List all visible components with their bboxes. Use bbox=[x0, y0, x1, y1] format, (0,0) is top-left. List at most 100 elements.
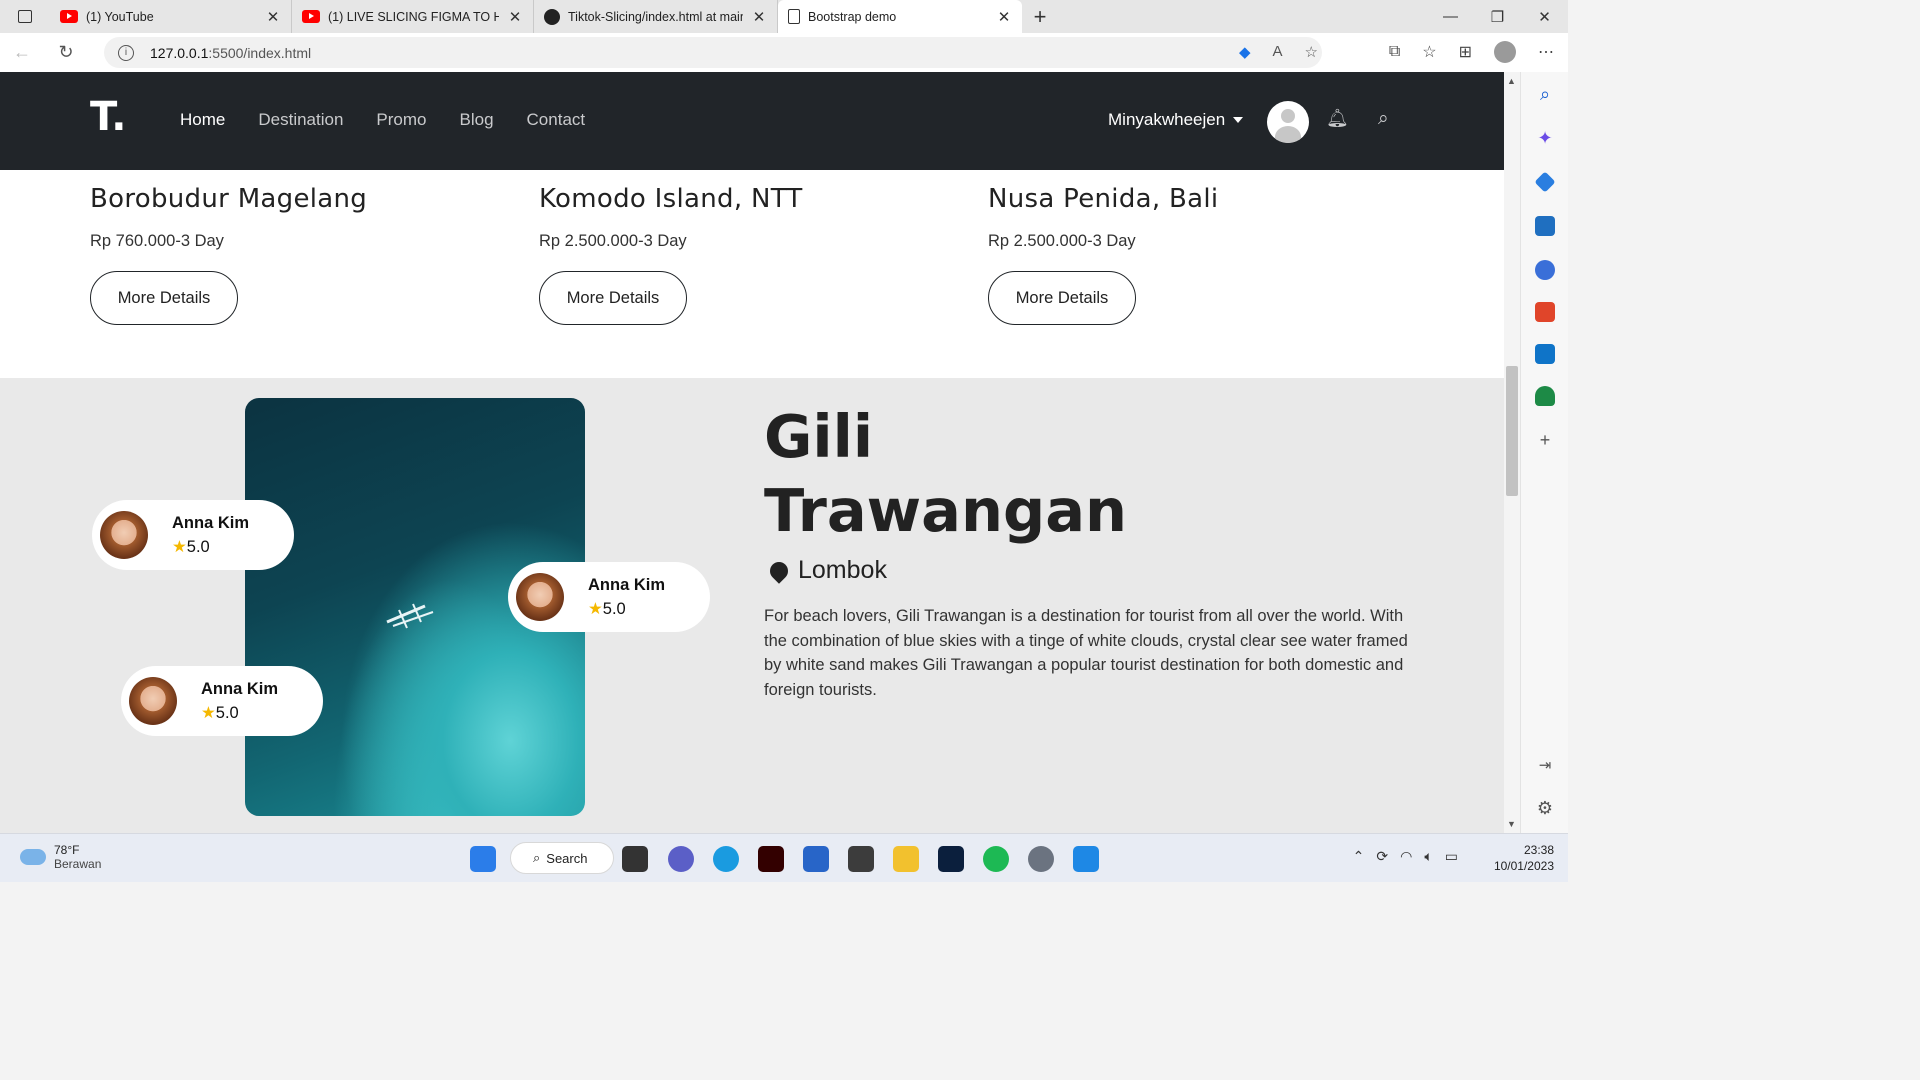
hide-sidebar-icon[interactable]: ⇥ bbox=[1535, 756, 1555, 774]
chat-icon[interactable] bbox=[668, 846, 694, 872]
outlook-icon[interactable] bbox=[1535, 344, 1555, 364]
featured-title-line1: Gili bbox=[764, 402, 874, 471]
new-tab-icon[interactable]: + bbox=[1022, 4, 1058, 30]
edge-icon[interactable] bbox=[713, 846, 739, 872]
user-dropdown[interactable]: Minyakwheejen bbox=[1108, 110, 1244, 130]
tab-actions-icon bbox=[18, 10, 32, 23]
more-details-button[interactable]: More Details bbox=[988, 271, 1136, 325]
start-icon[interactable] bbox=[470, 846, 496, 872]
info-icon[interactable]: i bbox=[118, 44, 134, 61]
time: 23:38 bbox=[1523, 843, 1554, 857]
star-icon: ★ bbox=[588, 599, 603, 618]
nav-blog[interactable]: Blog bbox=[460, 110, 494, 130]
sidebar-search-icon[interactable]: ⌕ bbox=[1535, 84, 1555, 105]
scroll-down-icon[interactable]: ▼ bbox=[1507, 819, 1516, 829]
vscode-icon[interactable] bbox=[1073, 846, 1099, 872]
volume-icon[interactable]: 🔈︎ bbox=[1424, 848, 1432, 865]
restore-icon[interactable]: ❐ bbox=[1474, 0, 1521, 33]
scroll-up-icon[interactable]: ▲ bbox=[1507, 76, 1516, 86]
username: Minyakwheejen bbox=[1108, 110, 1226, 129]
destination-name: Komodo Island, NTT bbox=[539, 184, 803, 214]
sync-icon[interactable]: ⟳ bbox=[1376, 848, 1388, 865]
nav-destination[interactable]: Destination bbox=[258, 110, 343, 130]
weather-widget[interactable]: 78°F Berawan bbox=[20, 843, 101, 871]
destination-card: Nusa Penida, Bali Rp 2.500.000-3 Day Mor… bbox=[988, 184, 1218, 325]
task-view-icon[interactable] bbox=[622, 846, 648, 872]
tools-icon[interactable] bbox=[1535, 216, 1555, 236]
tab-bootstrap-demo[interactable]: Bootstrap demo ✕ bbox=[778, 0, 1022, 33]
extensions-icon[interactable]: ⧉ bbox=[1389, 43, 1400, 61]
unity-icon[interactable] bbox=[848, 846, 874, 872]
more-details-button[interactable]: More Details bbox=[539, 271, 687, 325]
tab-live-slicing[interactable]: (1) LIVE SLICING FIGMA TO HTML ✕ bbox=[292, 0, 534, 33]
tab-youtube[interactable]: (1) YouTube ✕ bbox=[50, 0, 292, 33]
chevron-up-icon[interactable]: ⌃ bbox=[1353, 848, 1365, 865]
spotify-icon[interactable] bbox=[983, 846, 1009, 872]
nav-promo[interactable]: Promo bbox=[376, 110, 426, 130]
more-details-button[interactable]: More Details bbox=[90, 271, 238, 325]
taskbar-search[interactable]: ⌕ Search bbox=[510, 842, 614, 874]
back-icon[interactable]: ← bbox=[0, 42, 44, 63]
minimize-icon[interactable]: — bbox=[1427, 0, 1474, 33]
review-card: Anna Kim ★5.0 bbox=[508, 562, 710, 632]
browser-sidebar: ⌕ ✦ + ⇥ ⚙ bbox=[1520, 72, 1568, 833]
screen: (1) YouTube ✕ (1) LIVE SLICING FIGMA TO … bbox=[0, 0, 1568, 882]
reviewer-name: Anna Kim bbox=[172, 513, 250, 532]
user-avatar[interactable] bbox=[1267, 101, 1309, 143]
illustrator-icon[interactable] bbox=[758, 846, 784, 872]
collections-icon[interactable]: ⊞ bbox=[1459, 42, 1472, 62]
nav-menu: Home Destination Promo Blog Contact bbox=[180, 110, 585, 130]
review-rating: 5.0 bbox=[215, 703, 239, 722]
close-icon[interactable]: ✕ bbox=[751, 8, 767, 26]
bell-icon[interactable]: 🔔︎ bbox=[1326, 108, 1349, 129]
review-card: Anna Kim ★5.0 bbox=[92, 500, 294, 570]
store-icon[interactable] bbox=[803, 846, 829, 872]
close-icon[interactable]: ✕ bbox=[507, 8, 523, 26]
nav-contact[interactable]: Contact bbox=[527, 110, 586, 130]
tab-actions-button[interactable] bbox=[0, 0, 50, 33]
clock[interactable]: 23:38 10/01/2023 bbox=[1494, 842, 1554, 874]
close-icon[interactable]: ✕ bbox=[265, 8, 281, 26]
featured-title-line2: Trawangan bbox=[764, 476, 1128, 545]
featured-title: Gili Trawangan bbox=[764, 400, 1164, 548]
more-icon[interactable]: ⋯ bbox=[1538, 42, 1554, 62]
tree-icon[interactable] bbox=[1535, 386, 1555, 406]
copilot-icon[interactable]: ✦ bbox=[1535, 128, 1555, 149]
add-favorite-icon[interactable]: ☆ bbox=[1305, 43, 1318, 61]
battery-icon[interactable]: ▭ bbox=[1445, 848, 1458, 865]
taskbar-search-label: Search bbox=[546, 850, 588, 866]
favorites-icon[interactable]: ☆ bbox=[1422, 42, 1436, 62]
search-icon: ⌕ bbox=[533, 850, 541, 865]
destination-card: Borobudur Magelang Rp 760.000-3 Day More… bbox=[90, 184, 367, 325]
brand-logo[interactable]: T. bbox=[90, 94, 126, 140]
reviewer-avatar bbox=[129, 677, 177, 725]
refresh-icon[interactable]: ↻ bbox=[44, 42, 88, 63]
destination-price: Rp 2.500.000-3 Day bbox=[988, 232, 1136, 250]
tab-github[interactable]: Tiktok-Slicing/index.html at main ✕ bbox=[534, 0, 778, 33]
reviewer-avatar bbox=[516, 573, 564, 621]
games-icon[interactable] bbox=[1535, 260, 1555, 280]
nav-home[interactable]: Home bbox=[180, 110, 225, 130]
map-pin-icon bbox=[766, 557, 792, 584]
url-path: :5500/index.html bbox=[208, 44, 312, 61]
search-icon[interactable]: ⌕ bbox=[1378, 108, 1389, 130]
photoshop-icon[interactable] bbox=[938, 846, 964, 872]
page-scrollbar[interactable]: ▲ ▼ bbox=[1504, 72, 1520, 833]
shopping-icon[interactable] bbox=[1534, 171, 1556, 193]
file-explorer-icon[interactable] bbox=[893, 846, 919, 872]
office-icon[interactable] bbox=[1535, 302, 1555, 322]
close-window-icon[interactable]: ✕ bbox=[1521, 0, 1568, 33]
github-icon bbox=[544, 8, 560, 25]
shopping-tag-icon[interactable]: ◆ bbox=[1239, 43, 1251, 61]
boat-illustration bbox=[386, 603, 434, 629]
url-field[interactable]: i 127.0.0.1:5500/index.html bbox=[104, 37, 1322, 68]
scroll-thumb[interactable] bbox=[1506, 366, 1518, 496]
settings-icon[interactable]: ⚙ bbox=[1535, 798, 1555, 819]
settings-app-icon[interactable] bbox=[1028, 846, 1054, 872]
close-icon[interactable]: ✕ bbox=[996, 8, 1012, 26]
url-host: 127.0.0.1 bbox=[150, 44, 209, 61]
read-aloud-icon[interactable]: A bbox=[1273, 43, 1283, 61]
wifi-icon[interactable]: ◠ bbox=[1400, 848, 1412, 865]
profile-icon[interactable] bbox=[1494, 41, 1516, 63]
add-sidebar-icon[interactable]: + bbox=[1535, 430, 1555, 451]
